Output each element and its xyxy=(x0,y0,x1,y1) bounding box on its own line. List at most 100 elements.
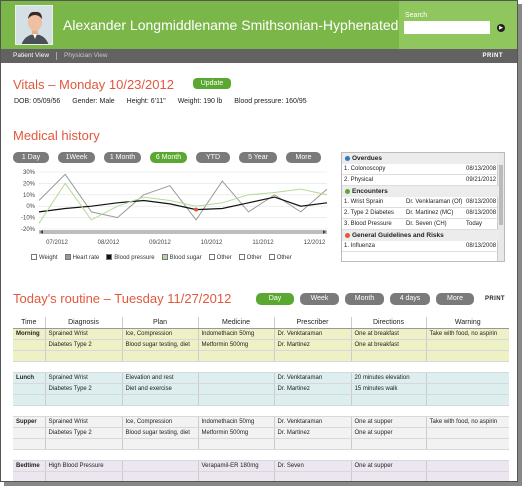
list-item[interactable]: 1. Wrist Sprain Dr. Venklaraman (Of) 08/13… xyxy=(342,197,499,208)
list-item[interactable]: 2. Type 2 Diabetes Dr. Martinez (MC) 08/13… xyxy=(342,208,499,219)
cell-plan xyxy=(121,438,198,450)
table-row[interactable] xyxy=(13,438,509,450)
spacer-cell xyxy=(13,405,509,417)
list-item[interactable]: 1. Influenza 08/13/2008 xyxy=(342,241,499,252)
routine-range-4-days-button[interactable]: 4 days xyxy=(390,293,430,305)
cell-warning xyxy=(425,460,509,472)
cell-warning xyxy=(425,339,509,351)
cell-prescriber: Dr. Martinez xyxy=(273,339,351,351)
table-row[interactable] xyxy=(13,350,509,362)
update-button[interactable]: Update xyxy=(193,78,231,89)
cell-plan: Blood sugar testing, diet xyxy=(121,339,198,351)
y-tick-label: -20% xyxy=(21,227,36,233)
cell-prescriber: Dr. Seven xyxy=(273,460,351,472)
item-provider: Dr. Seven (CH) xyxy=(406,221,447,227)
spacer-cell xyxy=(13,449,509,461)
y-tick-label: 20% xyxy=(23,181,36,187)
search-go-icon[interactable]: ▶ xyxy=(497,24,505,32)
cell-medicine: Verapamil-ER 180mg xyxy=(197,460,274,472)
table-row[interactable]: Diabetes Type 2 Blood sugar testing, diet… xyxy=(13,427,509,439)
legend-item-other[interactable]: Other xyxy=(268,254,292,261)
legend-item-other[interactable]: Other xyxy=(238,254,262,261)
legend-item-heart-rate[interactable]: Heart rate xyxy=(64,254,99,261)
legend-item-blood-pressure[interactable]: Blood pressure xyxy=(106,254,155,261)
item-name: 2. Physical xyxy=(344,177,374,183)
history-range-1-month-button[interactable]: 1 Month xyxy=(104,152,141,163)
legend-label: Blood sugar xyxy=(169,255,202,261)
cell-warning xyxy=(425,372,509,384)
cell-diagnosis: Sprained Wrist xyxy=(44,328,122,340)
selected-data-point[interactable] xyxy=(194,207,199,212)
item-date: Today xyxy=(466,221,483,227)
cell-medicine xyxy=(197,394,274,406)
routine-range-week-button[interactable]: Week xyxy=(300,293,339,305)
history-range-ytd-button[interactable]: YTD xyxy=(196,152,230,163)
cell-warning: Take with food, no aspirin xyxy=(425,416,509,428)
list-item[interactable]: 3. Blood Pressure Dr. Seven (CH) Today xyxy=(342,219,499,230)
x-tick-label: 07/2012 xyxy=(46,240,68,246)
history-range-6-month-button[interactable]: 6 Month xyxy=(150,152,187,163)
cell-medicine xyxy=(197,438,274,450)
tab-divider xyxy=(56,52,57,60)
cell-directions: One at breakfast xyxy=(350,339,426,351)
table-row[interactable] xyxy=(13,394,509,406)
legend-swatch xyxy=(106,254,113,260)
y-tick-label: 10% xyxy=(23,193,36,199)
section-header-overdues[interactable]: Overdues xyxy=(342,153,499,164)
legend-label: Blood pressure xyxy=(114,255,155,261)
table-row[interactable]: Lunch Sprained Wrist Elevation and rest Dr.… xyxy=(13,372,509,384)
cell-time xyxy=(13,350,45,362)
history-range-5-year-button[interactable]: 5 Year xyxy=(239,152,277,163)
chart-scrollbar[interactable] xyxy=(39,230,327,234)
legend-item-other[interactable]: Other xyxy=(208,254,232,261)
medical-history-title: Medical history xyxy=(13,128,100,143)
cell-plan: Blood sugar testing, diet xyxy=(121,427,198,439)
legend-item-blood-sugar[interactable]: Blood sugar xyxy=(161,254,202,261)
item-date: 08/13/2008 xyxy=(466,243,497,249)
cell-prescriber: Dr. Martinez xyxy=(273,427,351,439)
table-row[interactable] xyxy=(13,471,509,481)
legend-swatch xyxy=(64,254,71,260)
tab-physician-view[interactable]: Physician View xyxy=(64,52,108,59)
routine-range-day-button[interactable]: Day xyxy=(256,293,294,305)
vital-height: Height: 6'11" xyxy=(126,98,166,105)
routine-range-month-button[interactable]: Month xyxy=(345,293,384,305)
cell-plan: Ice, Compression xyxy=(121,328,198,340)
section-header-guidelines[interactable]: General Guidelines and Risks xyxy=(342,230,499,241)
alerts-panel: Overdues 1. Colonoscopy 08/13/2008 2. Physi… xyxy=(341,152,505,262)
cell-prescriber: Dr. Venktaraman xyxy=(273,372,351,384)
patient-avatar xyxy=(15,5,53,45)
section-header-encounters[interactable]: Encounters xyxy=(342,186,499,197)
item-name: 1. Wrist Sprain xyxy=(344,199,384,205)
legend-swatch xyxy=(208,254,215,260)
history-range-1week-button[interactable]: 1Week xyxy=(58,152,95,163)
item-date: 08/13/2008 xyxy=(466,210,497,216)
section-title: General Guidelines and Risks xyxy=(352,232,444,239)
search-input[interactable] xyxy=(404,21,490,34)
chart-legend: Weight Heart rate Blood pressure Blood suga… xyxy=(31,254,299,261)
routine-range-more-button[interactable]: More xyxy=(436,293,474,305)
cell-directions: One at supper xyxy=(350,427,426,439)
history-range-1-day-button[interactable]: 1 Day xyxy=(13,152,49,163)
vital-gender: Gender: Male xyxy=(72,98,115,105)
print-button-routine[interactable]: PRINT xyxy=(485,296,505,302)
patient-photo xyxy=(16,6,52,44)
cell-directions: One at supper xyxy=(350,416,426,428)
table-row[interactable]: Bedtime High Blood Pressure Verapamil-ER 1… xyxy=(13,460,509,472)
table-row[interactable]: Supper Sprained Wrist Ice, Compression Indo… xyxy=(13,416,509,428)
table-row[interactable]: Diabetes Type 2 Diet and exercise Dr. Mart… xyxy=(13,383,509,395)
alerts-scroll-thumb[interactable] xyxy=(499,165,503,225)
patient-header: Alexander Longmiddlename Smithsonian-Hyp… xyxy=(1,1,517,49)
legend-swatch xyxy=(161,254,168,260)
cell-medicine xyxy=(197,471,274,481)
list-item[interactable]: 2. Physical 09/21/2012 xyxy=(342,175,499,186)
print-button-top[interactable]: PRINT xyxy=(483,53,504,59)
routine-header-row: Time Diagnosis Plan Medicine Prescriber Direc… xyxy=(13,317,509,329)
legend-item-weight[interactable]: Weight xyxy=(31,254,58,261)
table-row[interactable]: Morning Sprained Wrist Ice, Compression Ind… xyxy=(13,328,509,340)
cell-warning: Take with food, no aspirin xyxy=(425,328,509,340)
list-item[interactable]: 1. Colonoscopy 08/13/2008 xyxy=(342,164,499,175)
history-range-more-button[interactable]: More xyxy=(286,152,321,163)
table-row[interactable]: Diabetes Type 2 Blood sugar testing, diet… xyxy=(13,339,509,351)
tab-patient-view[interactable]: Patient View xyxy=(13,52,49,59)
